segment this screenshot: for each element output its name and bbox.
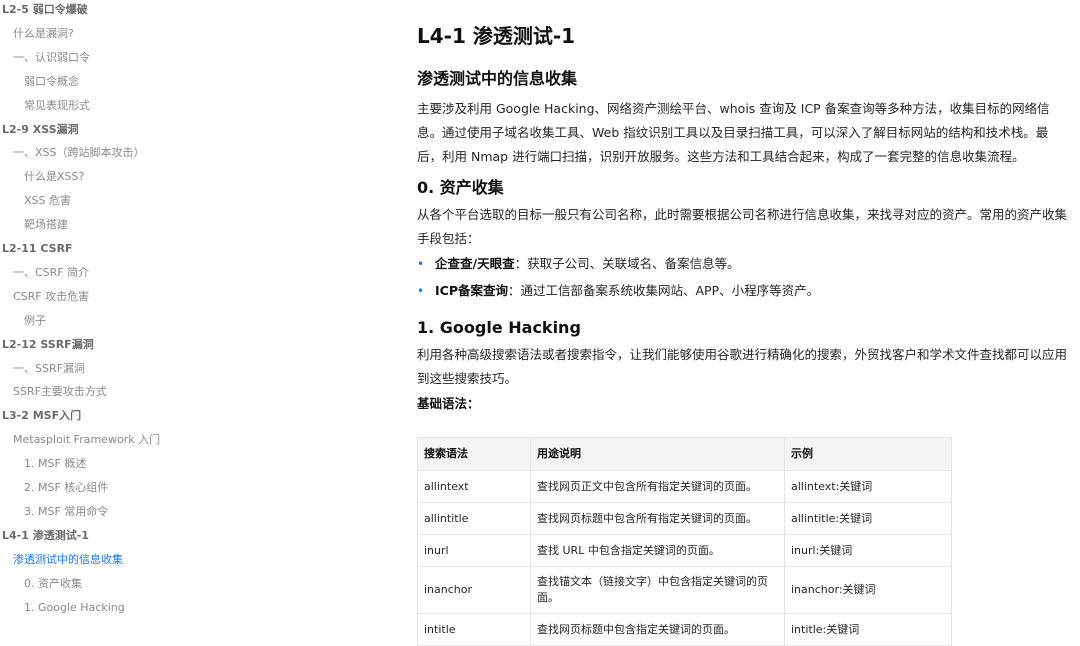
toc-item[interactable]: Metasploit Framework 入门 <box>0 430 160 450</box>
table-cell: 查找锚文本（链接文字）中包含指定关键词的页面。 <box>530 566 785 614</box>
toc-item[interactable]: L2-12 SSRF漏洞 <box>0 335 94 355</box>
toc-item[interactable]: 1. MSF 概述 <box>0 454 86 474</box>
document-page: L2-5 弱口令爆破 什么是漏洞? 一、认识弱口令 弱口令概念常见表现形式 L2-9 X… <box>0 0 1080 646</box>
asset-paragraph: 从各个平台选取的目标一般只有公司名称，此时需要根据公司名称进行信息收集，来找寻对… <box>417 207 1068 246</box>
toc-item[interactable]: 一、认识弱口令 <box>0 48 90 68</box>
table-header-cell: 用途说明 <box>530 437 785 471</box>
table-header-cell: 搜索语法 <box>417 437 531 471</box>
toc-item[interactable]: L2-5 弱口令爆破 <box>0 0 88 20</box>
table-row: inanchor 查找锚文本（链接文字）中包含指定关键词的页面。 inancho… <box>417 566 952 614</box>
table-cell: inanchor:关键词 <box>784 566 952 614</box>
bullet-dot-icon: • <box>417 284 425 298</box>
table-cell: 查找网页标题中包含指定关键词的页面。 <box>530 613 785 646</box>
toc-item[interactable]: 例子 <box>0 311 46 331</box>
toc-item[interactable]: 3. MSF 常用命令 <box>0 502 108 522</box>
syntax-label: 基础语法： <box>417 396 480 411</box>
toc-item[interactable]: 靶场搭建 <box>0 215 68 235</box>
section-heading: 渗透测试中的信息收集 <box>417 69 578 88</box>
table-cell: 查找网页正文中包含所有指定关键词的页面。 <box>530 470 785 503</box>
asset-heading: 0. 资产收集 <box>417 178 504 197</box>
google-hacking-heading: 1. Google Hacking <box>417 318 581 337</box>
toc-item[interactable]: L4-1 渗透测试-1 <box>0 526 89 546</box>
toc-item[interactable]: L2-9 XSS漏洞 <box>0 120 79 140</box>
article-content: L4-1 渗透测试-1 渗透测试中的信息收集 主要涉及利用 Google Hac… <box>417 0 1072 646</box>
toc-item[interactable]: XSS 危害 <box>0 191 71 211</box>
page-title: L4-1 渗透测试-1 <box>417 24 576 48</box>
toc-item[interactable]: CSRF 攻击危害 <box>0 287 89 307</box>
table-cell: inurl:关键词 <box>784 534 952 567</box>
table-cell: intitle:关键词 <box>784 613 952 646</box>
table-row: allintext 查找网页正文中包含所有指定关键词的页面。 allintext… <box>417 470 952 503</box>
bullet-item-1: • 企查查/天眼查：获取子公司、关联域名、备案信息等。 <box>417 252 740 276</box>
table-header-row: 搜索语法 用途说明 示例 <box>417 437 952 471</box>
table-cell: inurl <box>417 534 531 567</box>
table-cell: allintext <box>417 470 531 503</box>
toc-sidebar: L2-5 弱口令爆破 什么是漏洞? 一、认识弱口令 弱口令概念常见表现形式 L2-9 X… <box>0 0 200 646</box>
table-cell: allintitle:关键词 <box>784 502 952 535</box>
bullet-dot-icon: • <box>417 257 425 271</box>
toc-item[interactable]: 渗透测试中的信息收集 <box>0 550 123 570</box>
table-cell: allintitle <box>417 502 531 535</box>
table-row: inurl 查找 URL 中包含指定关键词的页面。 inurl:关键词 <box>417 534 952 567</box>
table-cell: 查找网页标题中包含所有指定关键词的页面。 <box>530 502 785 535</box>
toc-item[interactable]: 弱口令概念 <box>0 72 79 92</box>
toc-item[interactable]: SSRF主要攻击方式 <box>0 382 107 402</box>
toc-item[interactable]: 1. Google Hacking <box>0 598 125 618</box>
toc-item[interactable]: 2. MSF 核心组件 <box>0 478 108 498</box>
google-hacking-paragraph: 利用各种高级搜索语法或者搜索指令，让我们能够使用谷歌进行精确化的搜索，外贸找客户… <box>417 347 1068 386</box>
table-cell: inanchor <box>417 566 531 614</box>
toc-item[interactable]: 一、CSRF 简介 <box>0 263 89 283</box>
table-row: allintitle 查找网页标题中包含所有指定关键词的页面。 allintit… <box>417 502 952 535</box>
toc-item[interactable]: L3-2 MSF入门 <box>0 406 81 426</box>
table-cell: allintext:关键词 <box>784 470 952 503</box>
syntax-table: 搜索语法 用途说明 示例 allintext 查找网页正文中包含所有指定关键词的… <box>417 437 952 646</box>
table-header-cell: 示例 <box>784 437 952 471</box>
toc-item[interactable]: 常见表现形式 <box>0 96 90 116</box>
bullet-item-2: • ICP备案查询：通过工信部备案系统收集网站、APP、小程序等资产。 <box>417 279 819 303</box>
toc-item[interactable]: 一、SSRF漏洞 <box>0 359 85 379</box>
toc-item[interactable]: 什么是XSS? <box>0 167 84 187</box>
toc-item[interactable]: L2-11 CSRF <box>0 239 73 259</box>
table-cell: intitle <box>417 613 531 646</box>
table-row: intitle 查找网页标题中包含指定关键词的页面。 intitle:关键词 <box>417 613 952 646</box>
toc-item[interactable]: 一、XSS（跨站脚本攻击） <box>0 143 145 163</box>
table-cell: 查找 URL 中包含指定关键词的页面。 <box>530 534 785 567</box>
toc-item[interactable]: 什么是漏洞? <box>0 24 74 44</box>
toc-item[interactable]: 0. 资产收集 <box>0 574 82 594</box>
intro-paragraph: 主要涉及利用 Google Hacking、网络资产测绘平台、whois 查询及… <box>417 101 1050 164</box>
